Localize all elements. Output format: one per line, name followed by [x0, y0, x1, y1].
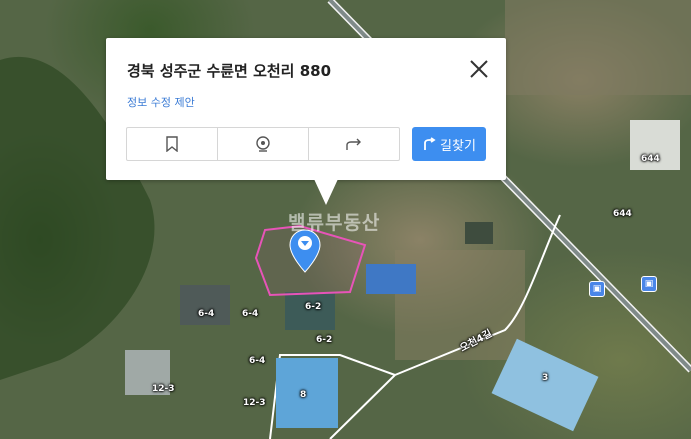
lot-label: 6-4: [198, 309, 215, 319]
lot-label: 6-4: [249, 356, 266, 366]
share-button[interactable]: [309, 128, 399, 160]
route-button-label: 길찾기: [440, 138, 476, 154]
close-icon: [470, 60, 488, 78]
location-pin-icon[interactable]: [288, 228, 322, 274]
bus-stop-icon[interactable]: ▣: [641, 276, 657, 292]
lot-label: 6-4: [242, 309, 259, 319]
field-area: [505, 0, 691, 95]
action-buttons: [126, 127, 400, 161]
share-icon: [346, 138, 361, 150]
edit-suggestion-link[interactable]: 정보 수정 제안: [127, 94, 195, 110]
building-roof-lightblue: [276, 358, 338, 428]
route-button[interactable]: 길찾기: [412, 127, 486, 161]
lot-label: 6-2: [305, 302, 322, 312]
popup-pointer: [314, 179, 338, 205]
place-info-popup: 경북 성주군 수륜면 오천리 880 정보 수정 제안 길찾기: [106, 38, 506, 205]
lot-label: 8: [300, 390, 307, 400]
lot-label: 3: [542, 373, 549, 383]
bookmark-button[interactable]: [127, 128, 218, 160]
lot-label: 12-3: [152, 384, 175, 394]
roadview-button[interactable]: [218, 128, 309, 160]
building-roof-blue: [366, 264, 416, 294]
roadview-icon: [256, 136, 270, 152]
lot-label: 644: [613, 209, 632, 219]
village-road: [329, 374, 396, 439]
lot-label: 644: [641, 154, 660, 164]
bus-stop-icon[interactable]: ▣: [589, 281, 605, 297]
close-button[interactable]: [468, 58, 490, 80]
bookmark-icon: [166, 136, 178, 152]
building-roof-gray: [180, 285, 230, 325]
address-title: 경북 성주군 수륜면 오천리 880: [127, 62, 332, 80]
building-roof-dark: [465, 222, 493, 244]
lot-label: 12-3: [243, 398, 266, 408]
lot-label: 6-2: [316, 335, 333, 345]
directions-icon: [424, 137, 436, 150]
